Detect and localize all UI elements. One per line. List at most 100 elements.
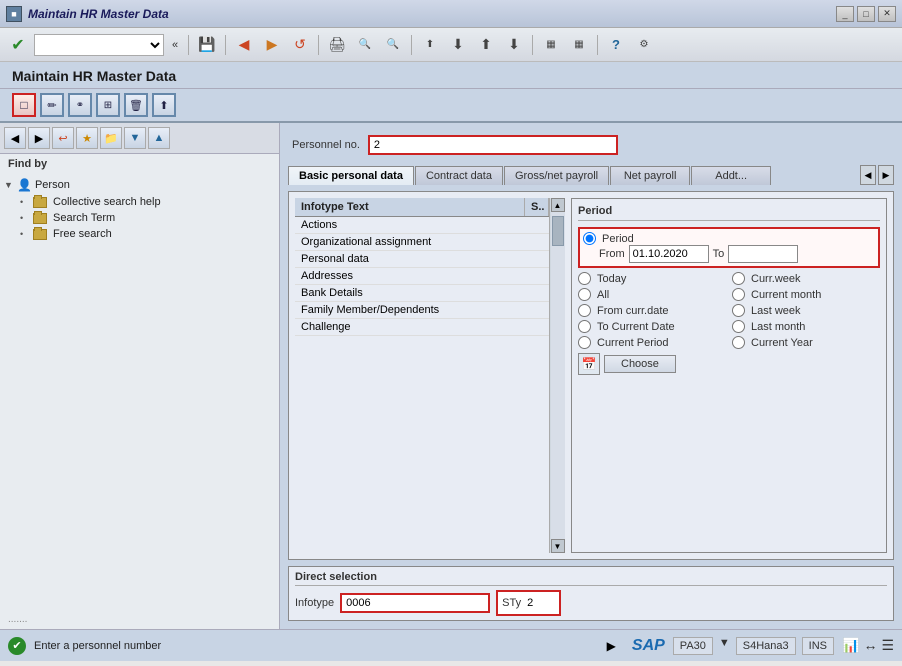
tab-basic[interactable]: Basic personal data — [288, 166, 414, 185]
currweek-radio[interactable] — [732, 272, 745, 285]
table-row[interactable]: Family Member/Dependents — [295, 302, 549, 319]
scroll-down-btn[interactable]: ▼ — [551, 539, 565, 553]
nav-fwd-btn[interactable]: ▶ — [28, 127, 50, 149]
all-radio-row: All — [578, 288, 726, 301]
table-row[interactable]: Addresses — [295, 268, 549, 285]
period-panel: Period Period From To — [571, 198, 887, 553]
expand-btn[interactable]: ⬆ — [418, 33, 442, 57]
from-date-input[interactable] — [629, 245, 709, 263]
tocurrdate-radio[interactable] — [578, 320, 591, 333]
green-check-btn[interactable]: ✔ — [6, 33, 30, 57]
tree-item-collective[interactable]: • Collective search help — [20, 194, 275, 210]
window-controls[interactable]: _ □ ✕ — [836, 6, 896, 22]
tree-item-search[interactable]: • Search Term — [20, 210, 275, 226]
table-scrollbar[interactable]: ▲ ▼ — [549, 198, 565, 553]
tree-item-free[interactable]: • Free search — [20, 226, 275, 242]
delete-record-btn[interactable]: 🗑 — [124, 93, 148, 117]
list-icon[interactable]: ☰ — [881, 637, 894, 654]
find-btn[interactable]: 🔍 — [353, 33, 377, 57]
currentyear-radio[interactable] — [732, 336, 745, 349]
tab-addt[interactable]: Addt... — [691, 166, 771, 185]
folder-icon-2 — [33, 213, 47, 224]
tabs-container: Basic personal data Contract data Gross/… — [288, 166, 771, 185]
org-btn[interactable]: ⬆ — [152, 93, 176, 117]
infotype-input[interactable] — [340, 593, 490, 613]
period-radio-label: Period — [602, 233, 634, 245]
find2-btn[interactable]: 🔍 — [381, 33, 405, 57]
sty-input[interactable] — [525, 594, 555, 612]
nav-up-btn[interactable]: ▲ — [148, 127, 170, 149]
personnel-label: Personnel no. — [292, 139, 360, 151]
expand3-btn[interactable]: ⬆ — [474, 33, 498, 57]
display-btn[interactable]: □ — [12, 93, 36, 117]
lastweek-radio[interactable] — [732, 304, 745, 317]
settings-btn[interactable]: ⚙ — [632, 33, 656, 57]
chart-icon[interactable]: 📊 — [842, 637, 859, 654]
period-radio[interactable] — [583, 232, 596, 245]
table-row[interactable]: Challenge — [295, 319, 549, 336]
tab-net[interactable]: Net payroll — [610, 166, 690, 185]
layout1-btn[interactable]: ▦ — [539, 33, 563, 57]
table-row[interactable]: Personal data — [295, 251, 549, 268]
currentmonth-radio[interactable] — [732, 288, 745, 301]
layout2-btn[interactable]: ▦ — [567, 33, 591, 57]
table-row[interactable]: Actions — [295, 217, 549, 234]
tab-nav-right[interactable]: ▶ — [878, 165, 894, 185]
copy-record-btn[interactable]: ⚭ — [68, 93, 92, 117]
back-btn[interactable]: ◀ — [232, 33, 256, 57]
content-panel: Infotype Text S.. Actions Organizational… — [288, 191, 894, 560]
app-icon: ■ — [6, 6, 22, 22]
from-to-row: From To — [583, 245, 875, 263]
tree-area: ▼ 👤 Person • Collective search help • Se… — [0, 174, 279, 244]
maximize-btn[interactable]: □ — [857, 6, 875, 22]
separator-3 — [318, 35, 319, 55]
change-btn[interactable]: ✏ — [40, 93, 64, 117]
overview-btn[interactable]: ⊞ — [96, 93, 120, 117]
command-combo[interactable] — [34, 34, 164, 56]
minimize-btn[interactable]: _ — [836, 6, 854, 22]
to-date-input[interactable] — [728, 245, 798, 263]
table-row[interactable]: Organizational assignment — [295, 234, 549, 251]
forward-btn[interactable]: ▶ — [260, 33, 284, 57]
left-panel: ◀ ▶ ↩ ★ 📁 ▼ ▲ Find by ▼ 👤 Person • Colle… — [0, 123, 280, 629]
today-radio[interactable] — [578, 272, 591, 285]
nav-save-btn[interactable]: 📁 — [100, 127, 122, 149]
tab-nav-left[interactable]: ◀ — [860, 165, 876, 185]
tree-root[interactable]: ▼ 👤 Person — [4, 176, 275, 194]
nav-hist-btn[interactable]: ↩ — [52, 127, 74, 149]
currentperiod-radio[interactable] — [578, 336, 591, 349]
print-btn[interactable]: 🖨 — [325, 33, 349, 57]
nav-down-btn[interactable]: ▼ — [124, 127, 146, 149]
nav-prev-btn[interactable]: « — [168, 34, 182, 56]
help-btn[interactable]: ? — [604, 33, 628, 57]
play-icon[interactable]: ▶ — [607, 639, 616, 653]
tree-children: • Collective search help • Search Term •… — [4, 194, 275, 242]
status-right: ▶ SAP PA30 ▼ S4Hana3 INS 📊 ↔ ☰ — [607, 637, 894, 655]
table-row[interactable]: Bank Details — [295, 285, 549, 302]
currentperiod-radio-row: Current Period — [578, 336, 726, 349]
table-scroll: Actions Organizational assignment Person… — [295, 217, 549, 336]
cell-family: Family Member/Dependents — [295, 302, 525, 318]
cell-actions: Actions — [295, 217, 525, 233]
scroll-up-btn[interactable]: ▲ — [551, 198, 565, 212]
col-header-s: S.. — [525, 198, 549, 216]
tab-contract[interactable]: Contract data — [415, 166, 503, 185]
calendar-icon-btn[interactable]: 📅 — [578, 353, 600, 375]
personnel-input[interactable] — [368, 135, 618, 155]
close-btn[interactable]: ✕ — [878, 6, 896, 22]
expand4-btn[interactable]: ⬇ — [502, 33, 526, 57]
lastmonth-radio[interactable] — [732, 320, 745, 333]
arrow-icon[interactable]: ↔ — [863, 637, 877, 654]
today-radio-row: Today — [578, 272, 726, 285]
nav-fav-btn[interactable]: ★ — [76, 127, 98, 149]
refresh-btn[interactable]: ↺ — [288, 33, 312, 57]
tab-gross[interactable]: Gross/net payroll — [504, 166, 609, 185]
save-btn[interactable]: 💾 — [195, 33, 219, 57]
nav-back-btn[interactable]: ◀ — [4, 127, 26, 149]
fromcurrdate-radio[interactable] — [578, 304, 591, 317]
segment-ins: INS — [802, 637, 834, 655]
expand2-btn[interactable]: ⬇ — [446, 33, 470, 57]
sty-label: STy — [502, 597, 521, 609]
choose-button[interactable]: Choose — [604, 355, 676, 373]
all-radio[interactable] — [578, 288, 591, 301]
